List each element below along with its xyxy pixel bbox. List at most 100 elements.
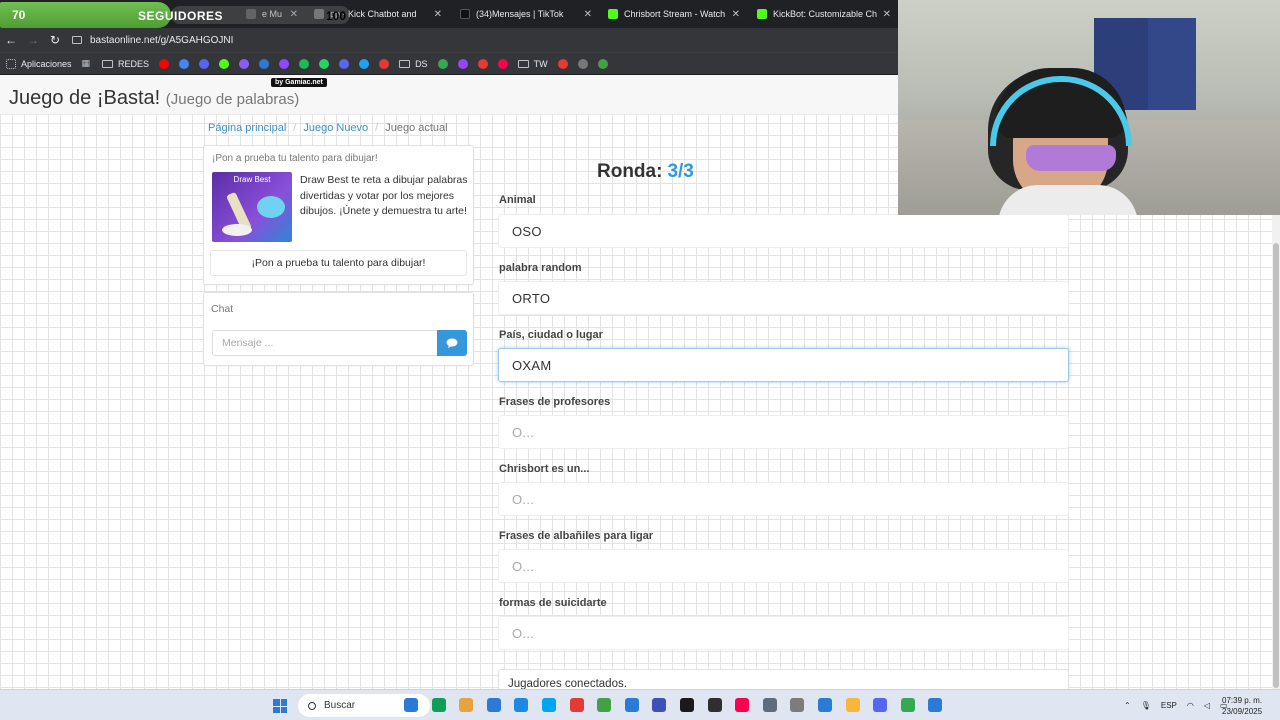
taskbar-app-icon[interactable] <box>542 698 556 712</box>
close-icon[interactable]: ✕ <box>584 9 592 20</box>
bookmark-site-icon[interactable] <box>437 58 448 69</box>
field-input-focused[interactable]: OXAM <box>498 348 1069 382</box>
taskbar-app-icon[interactable] <box>514 698 529 712</box>
taskbar-app-icon[interactable] <box>762 698 777 712</box>
apps-grid-icon <box>6 58 16 69</box>
bookmark-site-icon[interactable] <box>199 58 210 69</box>
taskbar-app-icon[interactable] <box>459 698 474 712</box>
back-icon[interactable]: ← <box>0 33 22 47</box>
breadcrumb-new-game[interactable]: Juego Nuevo <box>303 122 368 134</box>
site-info-icon[interactable] <box>72 36 82 44</box>
promo-button[interactable]: ¡Pon a prueba tu talento para dibujar! <box>210 250 467 276</box>
field-input[interactable]: O... <box>498 616 1069 650</box>
kick-icon <box>608 9 618 19</box>
page-scrollbar[interactable] <box>1272 215 1280 689</box>
forward-icon[interactable]: → <box>22 33 44 47</box>
scrollbar-thumb[interactable] <box>1273 243 1279 688</box>
bookmark-site-icon[interactable] <box>179 58 190 69</box>
field-input[interactable]: OSO <box>498 214 1069 248</box>
chat-send-button[interactable] <box>437 330 467 356</box>
bookmark-site-icon[interactable] <box>577 58 588 69</box>
bookmark-site-icon[interactable] <box>159 58 170 69</box>
sunglasses-icon <box>1026 145 1116 171</box>
field-label: Frases de profesores <box>499 396 611 408</box>
close-icon[interactable]: ✕ <box>732 9 740 20</box>
field-label: Chrisbort es un... <box>499 463 590 475</box>
bookmark-site-icon[interactable] <box>597 58 608 69</box>
bookmark-apps[interactable]: Aplicaciones <box>6 58 72 69</box>
apps-launcher-icon[interactable]: ▦ <box>82 58 91 69</box>
taskbar-app-icon[interactable] <box>431 698 446 712</box>
bookmark-site-icon[interactable] <box>497 58 508 69</box>
reload-icon[interactable]: ↻ <box>44 33 66 47</box>
bookmark-site-icon[interactable] <box>219 58 230 69</box>
draw-best-image[interactable]: Draw Best <box>212 172 292 242</box>
taskbar-app-icon[interactable] <box>845 698 860 712</box>
bookmark-folder-tw[interactable]: TW <box>517 59 548 69</box>
breadcrumb-home[interactable]: Página principal <box>208 122 286 134</box>
field-input[interactable]: O... <box>498 549 1069 583</box>
taskbar-app-icon[interactable] <box>486 698 501 712</box>
webcam-overlay <box>898 0 1280 215</box>
taskbar-app-icon[interactable] <box>818 698 832 712</box>
field-label: palabra random <box>499 262 582 274</box>
bookmark-site-icon[interactable] <box>279 58 290 69</box>
bookmark-site-icon[interactable] <box>239 58 250 69</box>
tiktok-icon <box>460 9 470 19</box>
bookmark-site-icon[interactable] <box>379 58 390 69</box>
taskbar-app-icon[interactable] <box>790 698 805 712</box>
close-icon[interactable]: ✕ <box>434 9 442 20</box>
url-field[interactable]: bastaonline.net/g/A5GAHGOJNI <box>72 35 233 46</box>
gamiac-badge[interactable]: by Gamiac.net <box>271 78 327 87</box>
taskbar-app-icon[interactable] <box>707 698 722 712</box>
taskbar-app-icon[interactable] <box>624 698 639 712</box>
taskbar-app-icon[interactable] <box>735 698 750 712</box>
field-input[interactable]: O... <box>498 415 1069 449</box>
field-input[interactable]: ORTO <box>498 281 1069 315</box>
taskbar-app-icon[interactable] <box>928 698 943 712</box>
taskbar-app-icon[interactable] <box>652 698 667 712</box>
clock-time: 07:39 p. m. <box>1222 696 1263 705</box>
bookmark-site-icon[interactable] <box>339 58 350 69</box>
tab-title: KickBot: Customizable Chat Bot <box>773 9 877 19</box>
bookmark-site-icon[interactable] <box>557 58 568 69</box>
bookmark-folder-redes[interactable]: REDES <box>102 59 149 69</box>
breadcrumb-current: Juego actual <box>385 122 448 134</box>
wifi-icon[interactable]: ◠ <box>1187 701 1194 710</box>
tab-title: Chrisbort Stream - Watch Live o <box>624 9 726 19</box>
bookmark-site-icon[interactable] <box>299 58 310 69</box>
bookmark-folder-ds[interactable]: DS <box>399 59 428 69</box>
bookmark-site-icon[interactable] <box>319 58 330 69</box>
field-label: Animal <box>499 194 536 206</box>
language-indicator[interactable]: ESP <box>1161 701 1177 710</box>
close-icon[interactable]: ✕ <box>883 9 891 20</box>
connected-players-panel: Jugadores conectados. <box>498 669 1069 689</box>
breadcrumb-separator: / <box>375 122 379 134</box>
page-title-main: Juego de ¡Basta! <box>9 87 161 109</box>
webcam-poster <box>1148 18 1196 110</box>
chevron-up-icon[interactable]: ⌃ <box>1124 701 1131 710</box>
bookmark-icons-group <box>437 58 518 69</box>
taskbar-app-icon[interactable] <box>680 698 694 712</box>
taskbar-app-icon[interactable] <box>404 698 418 712</box>
taskbar-app-icon[interactable] <box>569 698 584 712</box>
taskbar-app-icon[interactable] <box>873 698 888 712</box>
connected-players-heading: Jugadores conectados. <box>508 678 627 689</box>
bookmark-site-icon[interactable] <box>477 58 488 69</box>
browser-tab[interactable]: (34)Mensajes | TikTok ✕ <box>452 3 600 25</box>
volume-icon[interactable]: ◁ <box>1204 701 1210 710</box>
breadcrumb: Página principal / Juego Nuevo / Juego a… <box>208 122 448 134</box>
chat-message-input[interactable]: Mensaje ... <box>212 330 438 356</box>
bookmark-site-icon[interactable] <box>259 58 270 69</box>
taskbar-app-icon[interactable] <box>597 698 612 712</box>
taskbar-clock[interactable]: 07:39 p. m. 23/09/2025 <box>1222 695 1262 717</box>
browser-tab[interactable]: KickBot: Customizable Chat Bot ✕ <box>749 3 899 25</box>
bookmark-site-icon[interactable] <box>457 58 468 69</box>
microphone-icon[interactable]: 🎙 <box>1141 701 1151 710</box>
promo-panel: ¡Pon a prueba tu talento para dibujar! D… <box>203 145 474 285</box>
browser-tab[interactable]: Chrisbort Stream - Watch Live o ✕ <box>600 3 748 25</box>
taskbar-app-icon[interactable] <box>900 698 915 712</box>
bookmark-site-icon[interactable] <box>359 58 370 69</box>
field-input[interactable]: O... <box>498 482 1069 516</box>
start-button[interactable] <box>273 699 287 713</box>
